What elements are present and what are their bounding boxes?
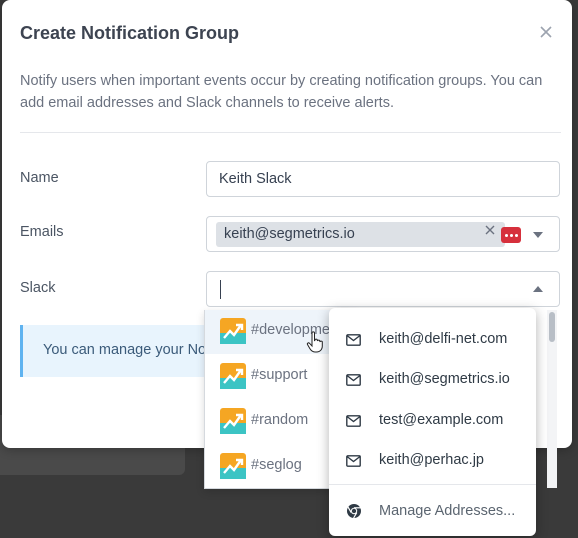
popup-divider — [329, 484, 536, 485]
manage-addresses-label: Manage Addresses... — [379, 503, 516, 519]
email-suggestion[interactable]: keith@delfi-net.com — [329, 320, 536, 360]
slack-option-label: #support — [251, 367, 308, 383]
divider — [20, 132, 561, 133]
chip-remove-icon[interactable] — [485, 225, 495, 235]
email-autofill-popup: keith@delfi-net.com keith@segmetrics.io … — [329, 308, 536, 536]
mail-icon — [346, 455, 361, 467]
slack-option-label: #random — [251, 412, 309, 428]
slack-channel-logo-icon — [220, 318, 246, 344]
slack-label: Slack — [20, 280, 56, 296]
password-manager-extension-icon[interactable] — [501, 227, 521, 243]
slack-option-label: #seglog — [251, 457, 302, 473]
emails-input[interactable]: keith@segmetrics.io — [206, 216, 560, 252]
mail-icon — [346, 334, 361, 346]
mail-icon — [346, 374, 361, 386]
scrollbar-thumb[interactable] — [549, 312, 555, 342]
slack-channel-logo-icon — [220, 453, 246, 479]
modal-title: Create Notification Group — [20, 23, 240, 43]
manage-addresses-button[interactable]: Manage Addresses... — [329, 492, 536, 532]
dropdown-scrollbar[interactable] — [547, 310, 557, 488]
email-suggestion-label: keith@delfi-net.com — [379, 331, 508, 347]
close-icon[interactable] — [538, 24, 554, 40]
info-alert: You can manage your Not — [20, 325, 210, 377]
email-suggestion[interactable]: keith@perhac.jp — [329, 441, 536, 481]
email-suggestion-label: test@example.com — [379, 412, 504, 428]
modal-description: Notify users when important events occur… — [20, 73, 543, 111]
mail-icon — [346, 415, 361, 427]
email-suggestion[interactable]: test@example.com — [329, 401, 536, 441]
email-suggestion-label: keith@segmetrics.io — [379, 371, 510, 387]
chevron-up-icon[interactable] — [533, 286, 543, 292]
email-chip: keith@segmetrics.io — [216, 222, 505, 247]
emails-label: Emails — [20, 224, 64, 240]
email-suggestion[interactable]: keith@segmetrics.io — [329, 360, 536, 400]
chevron-down-icon[interactable] — [533, 232, 543, 238]
info-alert-text: You can manage your Not — [43, 342, 211, 358]
email-suggestion-label: keith@perhac.jp — [379, 452, 484, 468]
name-input[interactable]: Keith Slack — [206, 161, 560, 197]
name-label: Name — [20, 170, 59, 186]
slack-channel-logo-icon — [220, 408, 246, 434]
chrome-icon — [347, 504, 361, 519]
name-input-value: Keith Slack — [219, 171, 292, 187]
email-chip-label: keith@segmetrics.io — [224, 226, 355, 242]
slack-input[interactable] — [206, 271, 560, 307]
slack-channel-logo-icon — [220, 363, 246, 389]
text-cursor — [220, 280, 221, 299]
hand-pointer-cursor-icon — [306, 331, 323, 353]
